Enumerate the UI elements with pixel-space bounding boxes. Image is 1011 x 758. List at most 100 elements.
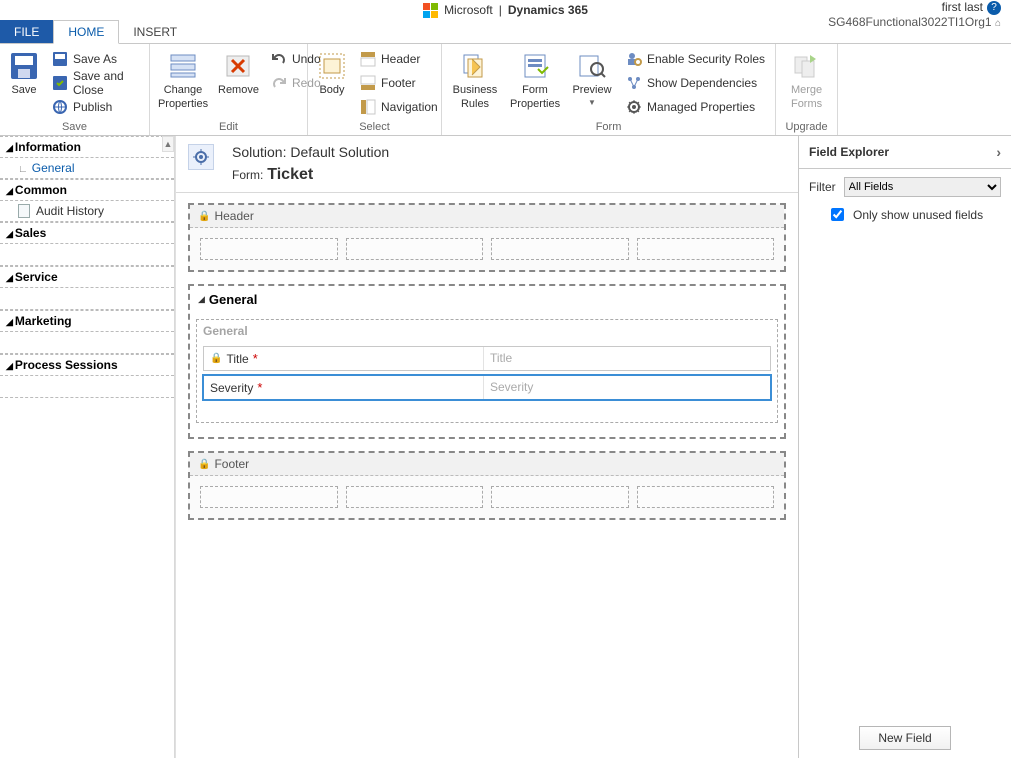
only-unused-checkbox[interactable] xyxy=(831,208,844,221)
nav-section-sales[interactable]: ◢Sales xyxy=(0,222,174,244)
subsection-general[interactable]: General 🔒Title* Title Severity* Severity xyxy=(196,319,778,423)
lock-icon: 🔒 xyxy=(198,459,210,470)
footer-slot[interactable] xyxy=(346,486,484,508)
ribbon-group-form: BusinessRules FormProperties Preview ▼ E… xyxy=(442,44,776,135)
document-icon xyxy=(18,204,30,218)
header-slot[interactable] xyxy=(346,238,484,260)
tab-file[interactable]: FILE xyxy=(0,20,53,43)
navigation-button[interactable]: Navigation xyxy=(356,96,442,118)
enable-security-roles-button[interactable]: Enable Security Roles xyxy=(622,48,769,70)
tab-home[interactable]: HOME xyxy=(53,20,119,44)
chevron-down-icon[interactable]: ◢ xyxy=(198,294,205,305)
chevron-down-icon: ▼ xyxy=(588,98,596,107)
field-row-title[interactable]: 🔒Title* Title xyxy=(203,346,771,371)
field-label-title: Title xyxy=(226,352,248,366)
undo-icon xyxy=(271,51,287,67)
publish-button[interactable]: Publish xyxy=(48,96,143,118)
preview-icon xyxy=(576,50,608,82)
canvas-header: Solution: Default Solution Form: Ticket xyxy=(176,136,798,193)
field-input-severity[interactable]: Severity xyxy=(484,376,770,399)
subsection-general-label: General xyxy=(197,320,777,342)
field-row-severity[interactable]: Severity* Severity xyxy=(203,375,771,400)
org-name: SG468Functional3022TI1Org1 xyxy=(828,15,991,29)
business-rules-icon xyxy=(459,50,491,82)
ribbon-group-select: Body Header Footer Navigation Select xyxy=(308,44,442,135)
managed-properties-icon xyxy=(626,99,642,115)
form-canvas: Solution: Default Solution Form: Ticket … xyxy=(175,136,798,758)
filter-label: Filter xyxy=(809,180,836,194)
redo-icon xyxy=(271,75,287,91)
nav-item-audit-history[interactable]: Audit History xyxy=(0,201,174,222)
form-properties-button[interactable]: FormProperties xyxy=(508,48,562,112)
microsoft-logo-icon xyxy=(423,3,438,18)
ribbon-group-edit-label: Edit xyxy=(156,119,301,135)
appbar: Microsoft | Dynamics 365 first last? SG4… xyxy=(0,0,1011,20)
ribbon-group-save: Save Save As Save and Close Publish Save xyxy=(0,44,150,135)
ribbon-group-upgrade-label: Upgrade xyxy=(782,119,831,135)
security-roles-icon xyxy=(626,51,642,67)
section-general[interactable]: ◢ General General 🔒Title* Title Severity… xyxy=(188,284,786,439)
ribbon-group-upgrade: MergeForms Upgrade xyxy=(776,44,838,135)
save-close-icon xyxy=(52,75,68,91)
save-button[interactable]: Save xyxy=(6,48,42,98)
form-properties-icon xyxy=(519,50,551,82)
remove-button[interactable]: Remove xyxy=(216,48,261,98)
brand-text: Microsoft xyxy=(444,3,493,17)
section-footer-label: Footer xyxy=(214,457,249,471)
change-properties-button[interactable]: ChangeProperties xyxy=(156,48,210,112)
navigation-icon xyxy=(360,99,376,115)
footer-slot[interactable] xyxy=(491,486,629,508)
help-icon[interactable]: ? xyxy=(987,1,1001,15)
field-explorer-panel: Field Explorer › Filter All Fields Only … xyxy=(798,136,1011,758)
section-footer[interactable]: 🔒 Footer xyxy=(188,451,786,520)
filter-select[interactable]: All Fields xyxy=(844,177,1001,197)
user-name: first last xyxy=(942,0,983,14)
merge-forms-button[interactable]: MergeForms xyxy=(782,48,831,112)
nav-item-general[interactable]: ∟General xyxy=(0,158,174,179)
new-field-button[interactable]: New Field xyxy=(859,726,950,750)
show-dependencies-button[interactable]: Show Dependencies xyxy=(622,72,769,94)
header-slot[interactable] xyxy=(200,238,338,260)
home-icon[interactable]: ⌂ xyxy=(995,18,1001,29)
header-button[interactable]: Header xyxy=(356,48,442,70)
body-button[interactable]: Body xyxy=(314,48,350,98)
header-icon xyxy=(360,51,376,67)
section-header[interactable]: 🔒 Header xyxy=(188,203,786,272)
nav-section-process-sessions[interactable]: ◢Process Sessions xyxy=(0,354,174,376)
preview-button[interactable]: Preview ▼ xyxy=(568,48,616,109)
save-icon xyxy=(8,50,40,82)
nav-scroll-up[interactable]: ▲ xyxy=(162,136,174,152)
footer-icon xyxy=(360,75,376,91)
ribbon-group-select-label: Select xyxy=(314,119,435,135)
field-list xyxy=(799,232,1011,718)
save-as-button[interactable]: Save As xyxy=(48,48,143,70)
lock-icon: 🔒 xyxy=(198,211,210,222)
chevron-right-icon[interactable]: › xyxy=(996,144,1001,160)
footer-slot[interactable] xyxy=(637,486,775,508)
field-explorer-title: Field Explorer xyxy=(809,145,889,159)
dependencies-icon xyxy=(626,75,642,91)
footer-button[interactable]: Footer xyxy=(356,72,442,94)
body-icon xyxy=(316,50,348,82)
section-header-label: Header xyxy=(214,209,253,223)
form-label: Form: xyxy=(232,168,263,182)
solution-title: Solution: Default Solution xyxy=(232,144,389,160)
footer-slot[interactable] xyxy=(200,486,338,508)
nav-section-information[interactable]: ◢Information xyxy=(0,136,174,158)
managed-properties-button[interactable]: Managed Properties xyxy=(622,96,769,118)
ribbon-group-save-label: Save xyxy=(6,119,143,135)
field-input-title[interactable]: Title xyxy=(484,347,770,370)
merge-forms-icon xyxy=(791,50,823,82)
field-label-severity: Severity xyxy=(210,381,253,395)
header-slot[interactable] xyxy=(637,238,775,260)
nav-section-common[interactable]: ◢Common xyxy=(0,179,174,201)
properties-icon xyxy=(167,50,199,82)
tab-insert[interactable]: INSERT xyxy=(119,20,191,43)
nav-section-marketing[interactable]: ◢Marketing xyxy=(0,310,174,332)
header-slot[interactable] xyxy=(491,238,629,260)
save-as-icon xyxy=(52,51,68,67)
ribbon-group-edit: ChangeProperties Remove Undo Redo Edit xyxy=(150,44,308,135)
nav-section-service[interactable]: ◢Service xyxy=(0,266,174,288)
business-rules-button[interactable]: BusinessRules xyxy=(448,48,502,112)
save-and-close-button[interactable]: Save and Close xyxy=(48,72,143,94)
